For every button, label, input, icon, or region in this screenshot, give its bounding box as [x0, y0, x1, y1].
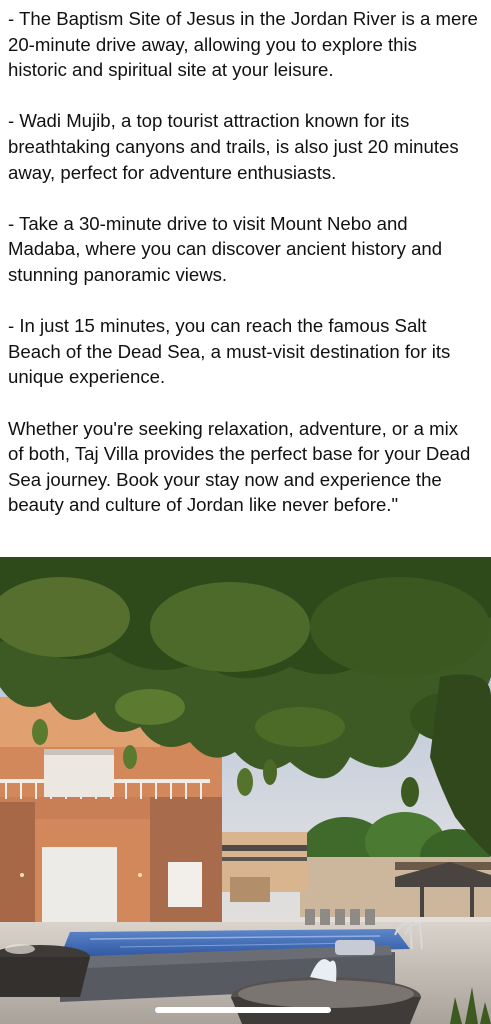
villa-photo-illustration — [0, 557, 491, 1024]
post-paragraph-wadi-mujib: - Wadi Mujib, a top tourist attraction k… — [8, 110, 459, 183]
post-paragraph-baptism-site: - The Baptism Site of Jesus in the Jorda… — [8, 8, 478, 81]
post-paragraph-closing: Whether you're seeking relaxation, adven… — [8, 417, 471, 516]
post-paragraph-mount-nebo: - Take a 30-minute drive to visit Mount … — [8, 212, 443, 285]
post-text: - The Baptism Site of Jesus in the Jorda… — [8, 6, 478, 543]
post-paragraph-salt-beach: - In just 15 minutes, you can reach the … — [8, 315, 451, 388]
home-indicator[interactable] — [155, 1007, 331, 1013]
villa-pool-photo[interactable] — [0, 557, 491, 1024]
post-view: - The Baptism Site of Jesus in the Jorda… — [0, 0, 491, 1024]
